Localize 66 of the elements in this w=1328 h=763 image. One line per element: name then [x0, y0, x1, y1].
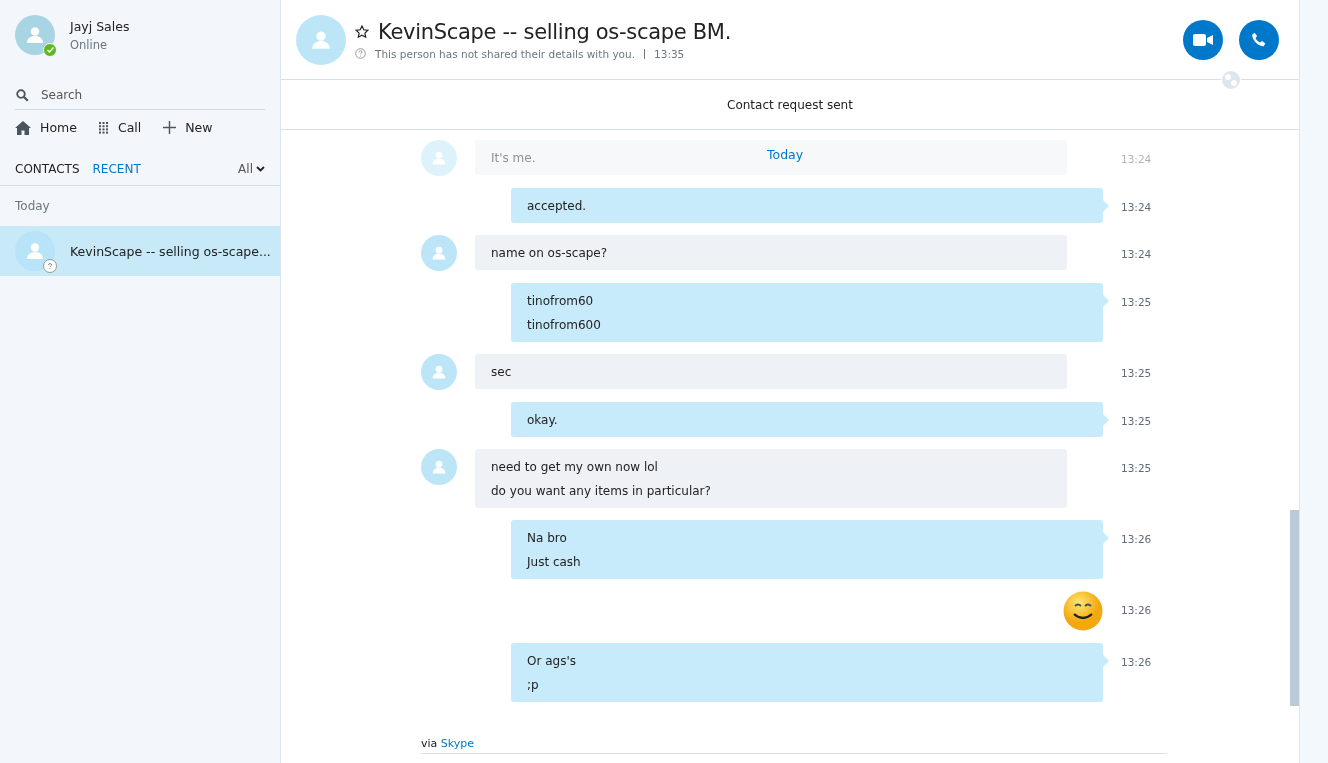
call-button[interactable] [1239, 20, 1279, 60]
conversation-item[interactable]: KevinScape -- selling os-scape... [0, 226, 280, 276]
smiley-icon [1063, 591, 1103, 631]
list-tab[interactable]: RECENT [92, 162, 141, 176]
message-time: 13:26 [1121, 604, 1152, 616]
person-icon [431, 245, 447, 261]
star-icon[interactable] [355, 24, 369, 39]
message-text: accepted. [527, 198, 587, 215]
profile-name: Jayj Sales [70, 18, 130, 34]
person-icon [431, 459, 447, 475]
message-text: ;p [527, 677, 539, 694]
message-time: 13:25 [1121, 415, 1152, 427]
message-text: name on os-scape? [491, 245, 608, 262]
message-text: It's me. [491, 150, 536, 167]
message-text: tinofrom60 [527, 293, 594, 310]
nav-button[interactable]: New [163, 120, 213, 135]
nav-button[interactable]: Call [98, 120, 142, 135]
search-field[interactable]: Search [15, 81, 265, 110]
chat-title: KevinScape -- selling os-scape BM. [378, 19, 732, 44]
last-seen-time: 13:35 [654, 47, 685, 60]
chevron-icon [256, 166, 265, 172]
person-icon [431, 150, 447, 166]
unknown-status-icon [43, 259, 57, 273]
message-time: 13:25 [1121, 462, 1152, 474]
skype-link[interactable]: Skype [440, 737, 475, 750]
video-camera-icon [1193, 34, 1213, 46]
person-icon [25, 241, 45, 261]
person-icon [431, 364, 447, 380]
filter-dropdown[interactable]: All [238, 162, 265, 176]
home-icon [15, 120, 31, 135]
message-time: 13:24 [1121, 153, 1152, 165]
divider-bar-icon [644, 48, 646, 59]
person-icon [25, 25, 45, 45]
video-call-button[interactable] [1183, 20, 1223, 60]
message-time: 13:26 [1121, 533, 1152, 545]
message-time: 13:24 [1121, 248, 1152, 260]
online-status-icon [43, 43, 57, 57]
message-text: do you want any items in particular? [491, 483, 711, 500]
list-tab[interactable]: CONTACTS [15, 162, 80, 176]
plus-icon [163, 121, 177, 134]
message-text: need to get my own now lol [491, 459, 658, 476]
contact-request-notice: Contact request sent [727, 97, 853, 112]
phone-icon [1251, 32, 1267, 48]
contact-details-note: This person has not shared their details with you. [375, 47, 636, 60]
via-label: via Skype [421, 737, 475, 750]
message-text: Just cash [527, 554, 581, 571]
profile-status: Online [70, 37, 109, 52]
scrollbar-thumb[interactable] [1290, 510, 1299, 706]
profile-avatar[interactable] [15, 15, 55, 55]
conversation-name: KevinScape -- selling os-scape... [70, 243, 271, 259]
message-text: tinofrom600 [527, 317, 601, 334]
message-text: sec [491, 364, 512, 381]
message-time: 13:25 [1121, 367, 1152, 379]
message-text: Or ags's [527, 653, 576, 670]
search-input[interactable]: Search [39, 87, 265, 103]
message-time: 13:26 [1121, 656, 1152, 668]
day-separator: Today [767, 147, 804, 162]
message-text: Na bro [527, 530, 567, 547]
help-icon [355, 48, 366, 59]
search-icon [16, 88, 29, 102]
section-heading: Today [14, 198, 51, 215]
dialpad-icon [98, 121, 109, 134]
message-text: okay. [527, 412, 558, 429]
message-time: 13:25 [1121, 296, 1152, 308]
nav-button[interactable]: Home [15, 120, 77, 135]
message-time: 13:24 [1121, 201, 1152, 213]
